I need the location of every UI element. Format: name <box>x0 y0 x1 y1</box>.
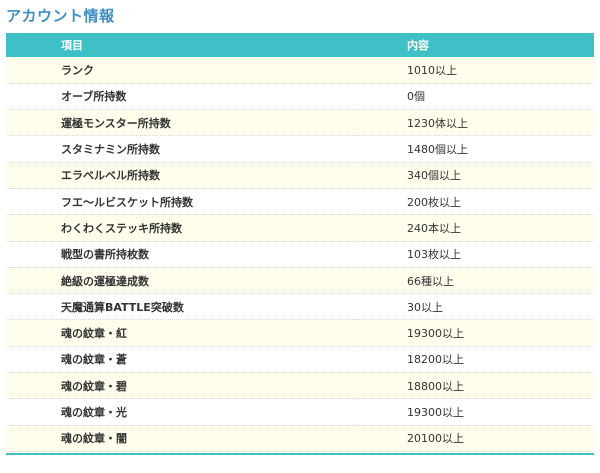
account-info-table-container: 項目 内容 ランク 1010以上 オーブ所持数 0個 運極モンスター所持数 12… <box>6 33 594 455</box>
row-value: 340個以上 <box>407 169 461 183</box>
row-value: 1230体以上 <box>407 116 468 130</box>
row-label: わくわくステッキ所持数 <box>61 221 182 235</box>
table-row: ランク 1010以上 <box>6 57 594 84</box>
row-value: 19300以上 <box>407 327 464 341</box>
table-header-row: 項目 内容 <box>6 33 594 57</box>
row-value: 1010以上 <box>407 63 457 77</box>
row-label: 絶級の運極達成数 <box>61 274 149 288</box>
row-label: 運極モンスター所持数 <box>61 116 171 130</box>
table-row: 魂の紋章・紅 19300以上 <box>6 319 594 347</box>
table-row: 天魔通算BATTLE突破数 30以上 <box>6 293 594 320</box>
row-label: 魂の紋章・光 <box>61 406 127 419</box>
row-label: 戦型の書所持枚数 <box>61 248 149 262</box>
row-label: 天魔通算BATTLE突破数 <box>61 300 184 314</box>
table-row: 魂の紋章・蒼 18200以上 <box>6 346 594 373</box>
row-label: 魂の紋章・紅 <box>61 327 127 341</box>
header-item: 項目 <box>61 39 83 52</box>
table-row: オーブ所持数 0個 <box>6 83 594 110</box>
row-value: 240本以上 <box>407 221 461 235</box>
row-label: 魂の紋章・蒼 <box>61 353 127 367</box>
row-value: 19300以上 <box>407 406 464 419</box>
row-value: 200枚以上 <box>407 195 461 209</box>
row-label: エラベルベル所持数 <box>61 169 160 183</box>
row-label: フエ〜ルビスケット所持数 <box>61 195 193 209</box>
table-row: 魂の紋章・碧 18800以上 <box>6 372 594 399</box>
table-row: エラベルベル所持数 340個以上 <box>6 162 594 189</box>
row-label: ランク <box>61 63 94 77</box>
table-row: 魂の紋章・光 19300以上 <box>6 398 594 426</box>
table-row: フエ〜ルビスケット所持数 200枚以上 <box>6 188 594 215</box>
table-row: 運極モンスター所持数 1230体以上 <box>6 109 594 136</box>
row-value: 103枚以上 <box>407 248 461 262</box>
row-label: オーブ所持数 <box>61 90 127 104</box>
account-info-table: 項目 内容 ランク 1010以上 オーブ所持数 0個 運極モンスター所持数 12… <box>6 33 594 452</box>
row-value: 0個 <box>407 90 425 104</box>
table-bottom-rule <box>6 452 594 455</box>
table-row: 魂の紋章・闇 20100以上 <box>6 425 594 452</box>
row-value: 18200以上 <box>407 353 464 367</box>
row-value: 66種以上 <box>407 274 454 288</box>
row-value: 20100以上 <box>407 432 464 446</box>
table-row: 戦型の書所持枚数 103枚以上 <box>6 241 594 268</box>
table-row: スタミナミン所持数 1480個以上 <box>6 135 594 163</box>
table-body: ランク 1010以上 オーブ所持数 0個 運極モンスター所持数 1230体以上 … <box>6 57 594 452</box>
table-row: 絶級の運極達成数 66種以上 <box>6 267 594 294</box>
row-value: 1480個以上 <box>407 143 468 157</box>
row-value: 30以上 <box>407 300 443 314</box>
row-label: スタミナミン所持数 <box>61 143 160 157</box>
row-label: 魂の紋章・碧 <box>61 379 127 393</box>
table-row: わくわくステッキ所持数 240本以上 <box>6 214 594 242</box>
header-value: 内容 <box>407 39 429 52</box>
page-title: アカウント情報 <box>6 7 115 25</box>
table-header: 項目 内容 <box>6 33 594 57</box>
row-label: 魂の紋章・闇 <box>61 432 127 446</box>
row-value: 18800以上 <box>407 379 464 393</box>
